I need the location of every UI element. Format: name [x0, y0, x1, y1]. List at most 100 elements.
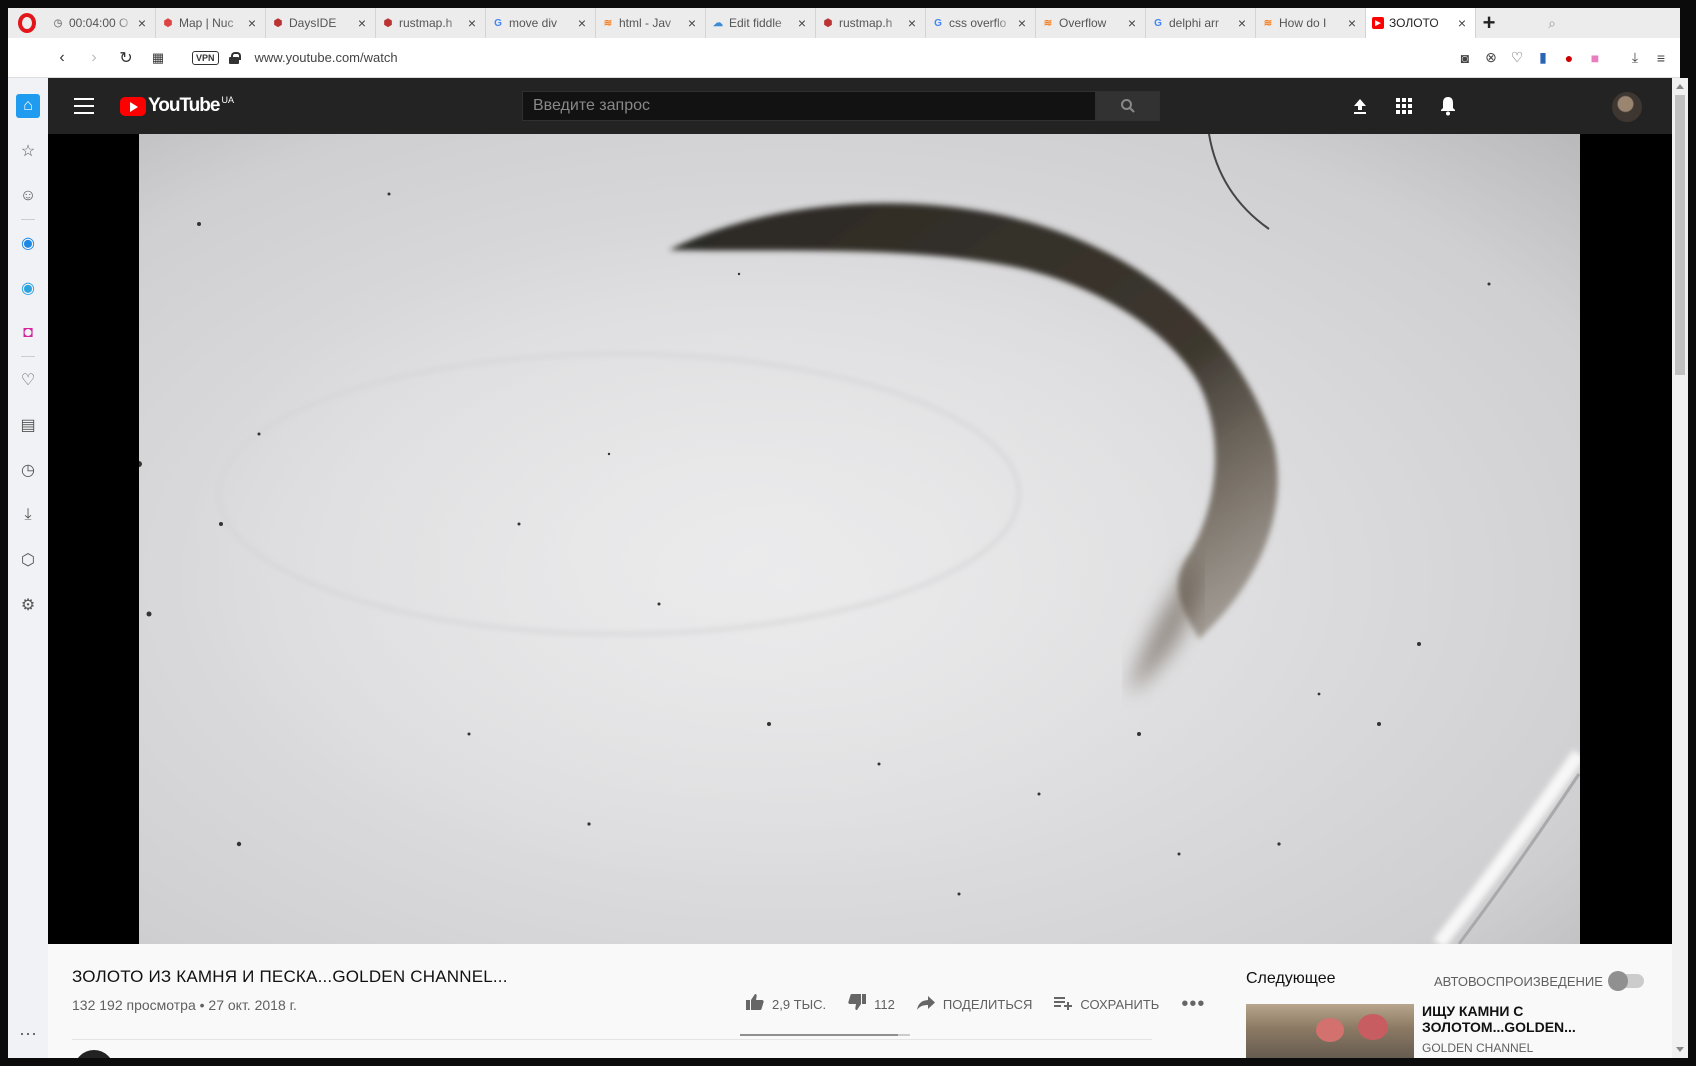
- close-icon[interactable]: ×: [1015, 15, 1029, 31]
- search-input[interactable]: [522, 91, 1096, 121]
- dislike-count: 112: [874, 996, 895, 1012]
- scroll-down-arrow[interactable]: [1676, 1047, 1684, 1052]
- channel-avatar[interactable]: [74, 1050, 114, 1058]
- tab-label: 00:04:00 O: [69, 16, 129, 30]
- more-horiz-icon: •••: [1181, 992, 1206, 1015]
- easy-setup-icon[interactable]: ≡: [1652, 49, 1670, 67]
- browser-tab[interactable]: ◷ 00:04:00 O ×: [46, 8, 156, 38]
- close-icon[interactable]: ×: [135, 15, 149, 31]
- close-icon[interactable]: ×: [245, 15, 259, 31]
- extension-icon[interactable]: ▮: [1534, 49, 1552, 67]
- close-icon[interactable]: ×: [1235, 15, 1249, 31]
- video-player[interactable]: [48, 134, 1672, 944]
- browser-tab[interactable]: ≋ Overflow ×: [1036, 8, 1146, 38]
- close-icon[interactable]: ×: [1455, 15, 1469, 31]
- speed-dial-icon[interactable]: ▦: [142, 42, 174, 74]
- share-label: Поделиться: [942, 996, 1033, 1012]
- up-next-channel[interactable]: GOLDEN CHANNEL: [1422, 1041, 1533, 1055]
- up-next-thumbnail[interactable]: [1246, 1004, 1414, 1058]
- telegram-icon[interactable]: ◉: [16, 276, 40, 300]
- download-icon[interactable]: ⤓: [1626, 49, 1644, 67]
- youtube-header: YouTube UA: [48, 78, 1672, 134]
- autoplay-toggle[interactable]: [1608, 971, 1644, 991]
- close-icon[interactable]: ×: [355, 15, 369, 31]
- menu-icon[interactable]: [74, 98, 94, 114]
- close-icon[interactable]: ×: [1345, 15, 1359, 31]
- tab-label: Edit fiddle: [729, 16, 782, 30]
- camera-icon[interactable]: ◙: [1456, 49, 1474, 67]
- autoplay-label: Автовоспроизведение: [1434, 974, 1603, 989]
- upload-icon[interactable]: [1348, 94, 1372, 118]
- tab-label: DaysIDE: [289, 16, 337, 30]
- share-icon: [916, 994, 935, 1015]
- youtube-logo[interactable]: YouTube UA: [120, 95, 234, 117]
- close-icon[interactable]: ×: [685, 15, 699, 31]
- search-button[interactable]: [1096, 91, 1160, 121]
- up-next-label: Следующее: [1246, 970, 1336, 987]
- browser-tab[interactable]: ≋ html - Jav ×: [596, 8, 706, 38]
- save-button[interactable]: Сохранить: [1054, 994, 1159, 1015]
- lock-icon[interactable]: [228, 51, 241, 64]
- close-icon[interactable]: ×: [795, 15, 809, 31]
- reload-button[interactable]: ↻: [110, 42, 142, 74]
- close-icon[interactable]: ×: [905, 15, 919, 31]
- browser-tab[interactable]: ⬢ rustmap.h ×: [376, 8, 486, 38]
- adblock-icon[interactable]: ⊗: [1482, 49, 1500, 67]
- downloads-icon[interactable]: ⤓: [16, 503, 40, 527]
- dislike-button[interactable]: 112: [848, 993, 895, 1015]
- like-ratio-fill: [740, 1034, 899, 1036]
- apps-icon[interactable]: [1392, 94, 1416, 118]
- video-frame[interactable]: [139, 134, 1580, 944]
- messenger-icon[interactable]: ◉: [16, 231, 40, 255]
- heart-icon[interactable]: ♡: [1508, 49, 1526, 67]
- extension-pink-icon[interactable]: ■: [1586, 49, 1604, 67]
- close-icon[interactable]: ×: [1125, 15, 1139, 31]
- notifications-icon[interactable]: [1436, 94, 1460, 118]
- tab-label: How do I: [1279, 16, 1327, 30]
- browser-tab[interactable]: Gcss overflo ×: [926, 8, 1036, 38]
- star-icon[interactable]: ☆: [16, 139, 40, 163]
- browser-tab[interactable]: ⬢ Map | Nuc ×: [156, 8, 266, 38]
- instagram-icon[interactable]: ◘: [16, 321, 40, 345]
- more-actions-button[interactable]: •••: [1181, 993, 1213, 1016]
- scroll-up-arrow[interactable]: [1676, 84, 1684, 89]
- smiley-icon[interactable]: ☺: [16, 184, 40, 208]
- map-icon: ⬢: [163, 17, 173, 29]
- share-button[interactable]: Поделиться: [916, 994, 1033, 1015]
- close-icon[interactable]: ×: [465, 15, 479, 31]
- up-next-title[interactable]: ИЩУ КАМНИ С ЗОЛОТОМ...GOLDEN...: [1422, 1003, 1592, 1035]
- settings-icon[interactable]: ⚙: [16, 593, 40, 617]
- search-box: [522, 91, 1096, 121]
- abp-extension-icon[interactable]: ●: [1560, 49, 1578, 67]
- home-icon[interactable]: ⌂: [16, 94, 40, 118]
- new-tab-button[interactable]: +: [1476, 8, 1502, 38]
- page-scrollbar[interactable]: [1672, 78, 1688, 1058]
- opera-sidebar: ⌂ ☆ ☺ ◉ ◉ ◘ ♡ ▤ ◷ ⤓ ⬡ ⚙ ···: [8, 78, 48, 1058]
- browser-tab[interactable]: ☁ Edit fiddle ×: [706, 8, 816, 38]
- extensions-cube-icon[interactable]: ⬡: [16, 548, 40, 572]
- browser-tab[interactable]: Gmove div ×: [486, 8, 596, 38]
- browser-tab[interactable]: Gdelphi arr ×: [1146, 8, 1256, 38]
- browser-tab[interactable]: ⬢ rustmap.h ×: [816, 8, 926, 38]
- user-avatar[interactable]: [1612, 92, 1642, 122]
- save-label: Сохранить: [1080, 996, 1160, 1012]
- like-button[interactable]: 2,9 тыс.: [746, 993, 826, 1015]
- close-icon[interactable]: ×: [575, 15, 589, 31]
- browser-tab[interactable]: ▶ ЗОЛОТО ×: [1366, 8, 1476, 38]
- sidebar-divider: [21, 219, 35, 220]
- browser-tab[interactable]: ≋ How do I ×: [1256, 8, 1366, 38]
- browser-tab[interactable]: ⬢ DaysIDE ×: [266, 8, 376, 38]
- back-button[interactable]: ‹: [46, 42, 78, 74]
- scrollbar-thumb[interactable]: [1675, 95, 1685, 375]
- vpn-badge[interactable]: VPN: [192, 50, 219, 65]
- heart-icon[interactable]: ♡: [16, 368, 40, 392]
- news-icon[interactable]: ▤: [16, 413, 40, 437]
- forward-button[interactable]: ›: [78, 42, 110, 74]
- more-icon[interactable]: ···: [19, 1023, 37, 1044]
- url-field[interactable]: www.youtube.com/watch: [255, 50, 398, 65]
- tab-strip: ◷ 00:04:00 O × ⬢ Map | Nuc × ⬢ DaysIDE × ⬢ rustmap…: [8, 8, 1680, 38]
- history-icon[interactable]: ◷: [16, 458, 40, 482]
- opera-menu-button[interactable]: [8, 8, 46, 38]
- tab-search-icon[interactable]: ⌕: [1542, 8, 1562, 38]
- tab-label: Overflow: [1059, 16, 1107, 30]
